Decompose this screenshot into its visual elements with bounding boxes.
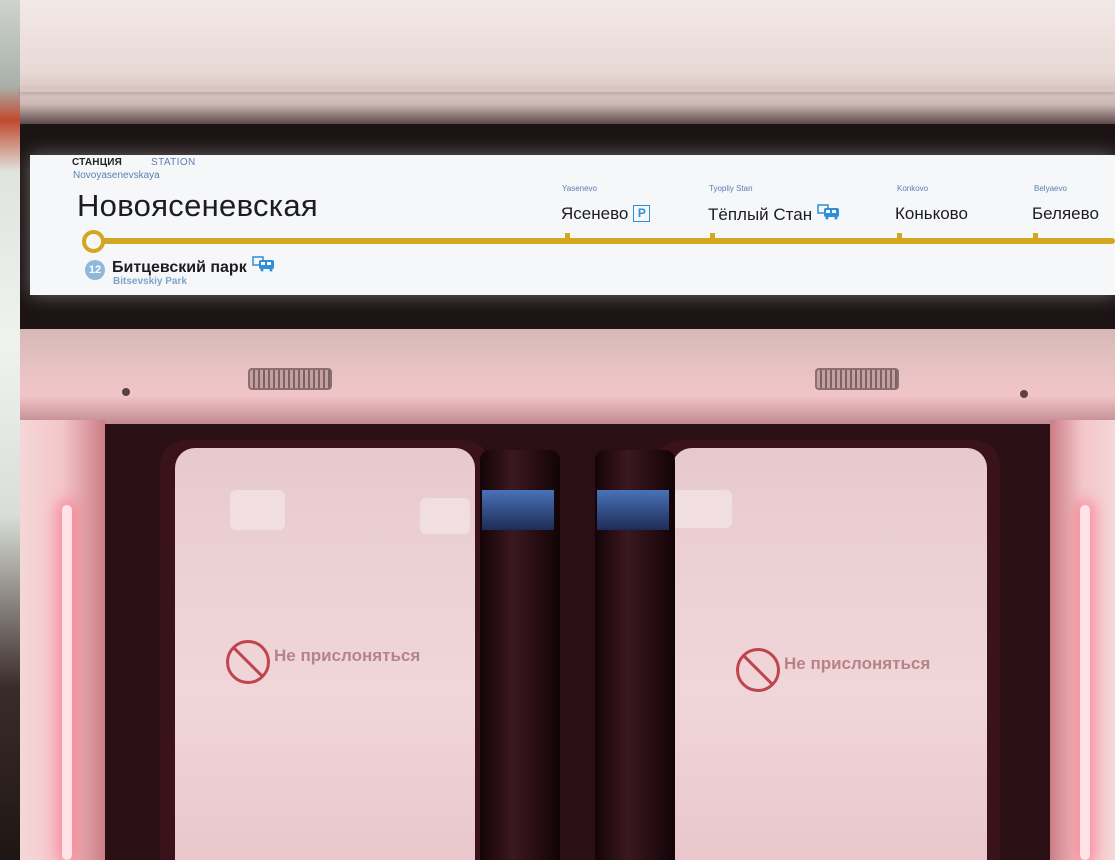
ceiling bbox=[20, 0, 1115, 130]
transfer-station-en: Bitsevskiy Park bbox=[113, 276, 187, 287]
reflection bbox=[420, 498, 470, 534]
stop-en-yasenevo: Yasenevo bbox=[562, 184, 597, 193]
metro-car-interior: СТАНЦИЯ STATION Novoyasenevskaya Новоясе… bbox=[0, 0, 1115, 860]
current-station-en: Novoyasenevskaya bbox=[73, 170, 160, 181]
transfer-name: Битцевский парк bbox=[112, 259, 247, 276]
stop-tick bbox=[565, 233, 570, 241]
glass-reflection bbox=[482, 490, 554, 530]
stop-belyaevo: Беляево bbox=[1032, 204, 1099, 223]
stop-en-konkovo: Konkovo bbox=[897, 184, 929, 193]
stop-en-belyaevo: Belyaevo bbox=[1034, 184, 1067, 193]
stop-tick bbox=[1033, 233, 1038, 241]
stop-konkovo: Коньково bbox=[895, 204, 968, 223]
route-display: СТАНЦИЯ STATION Novoyasenevskaya Новоясе… bbox=[30, 155, 1115, 295]
stop-name: Тёплый Стан bbox=[708, 205, 813, 224]
no-leaning-sign: Не прислоняться bbox=[274, 646, 421, 665]
station-label-en: STATION bbox=[151, 157, 196, 168]
reflection bbox=[672, 490, 732, 528]
ceiling-trim bbox=[20, 86, 1115, 92]
stop-yasenevo: Ясенево P bbox=[561, 204, 651, 224]
current-station-marker bbox=[82, 230, 105, 253]
speaker-grille bbox=[248, 368, 332, 390]
transfer-station-ru: Битцевский парк bbox=[112, 256, 276, 277]
stop-tick bbox=[710, 233, 715, 241]
stop-name: Ясенево bbox=[561, 204, 629, 223]
line-number-badge: 12 bbox=[85, 260, 105, 280]
current-station-name: Новоясеневская bbox=[77, 188, 318, 223]
parking-icon: P bbox=[633, 205, 651, 222]
route-line bbox=[92, 238, 1115, 244]
light-strip bbox=[62, 505, 72, 860]
stop-en-teply-stan: Tyopliy Stan bbox=[709, 184, 753, 193]
no-leaning-sign: Не прислоняться bbox=[784, 654, 931, 673]
speaker-grille bbox=[815, 368, 899, 390]
no-leaning-icon bbox=[226, 640, 270, 684]
bus-transfer-icon bbox=[817, 204, 841, 225]
glass-reflection bbox=[597, 490, 669, 530]
stop-tick bbox=[897, 233, 902, 241]
light-strip bbox=[1080, 505, 1090, 860]
no-leaning-icon bbox=[736, 648, 780, 692]
door-header bbox=[20, 329, 1115, 424]
screw bbox=[122, 388, 130, 396]
bus-transfer-icon bbox=[251, 256, 276, 277]
screw bbox=[1020, 390, 1028, 398]
reflection bbox=[230, 490, 285, 530]
station-label-ru: СТАНЦИЯ bbox=[72, 157, 122, 168]
platform-view bbox=[0, 0, 20, 860]
stop-teply-stan: Тёплый Стан bbox=[708, 204, 841, 225]
